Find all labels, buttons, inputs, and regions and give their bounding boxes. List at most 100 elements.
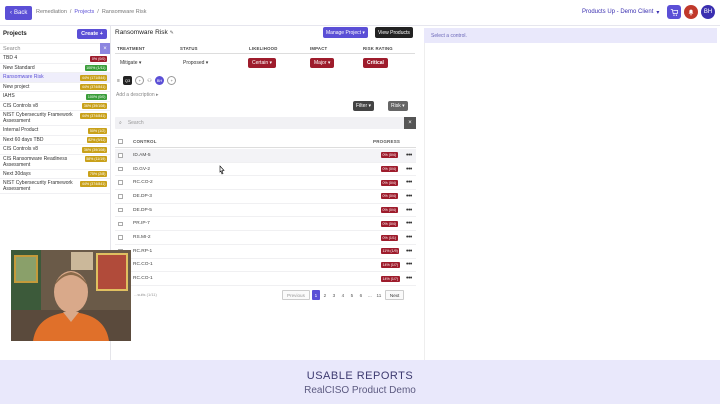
page-number[interactable]: 4	[339, 290, 347, 300]
view-products-button[interactable]: View Products	[375, 27, 413, 38]
table-row[interactable]: ID.AM-5 0% (0/4) •••	[115, 149, 416, 163]
sidebar-project-item[interactable]: Next 30days 75% (2/8)	[0, 170, 110, 179]
table-row[interactable]: DE.DP-5 0% (0/4) •••	[115, 204, 416, 218]
sidebar-project-item[interactable]: TBD 4 0% (0/0)	[0, 54, 110, 64]
sidebar-project-item[interactable]: NIST Cybersecurity Framework Assessment 4…	[0, 111, 110, 126]
clear-search-icon[interactable]: ×	[404, 117, 416, 129]
row-checkbox[interactable]	[118, 207, 123, 213]
control-detail-panel: Select a control.	[424, 28, 717, 43]
status-select[interactable]: Proposed ▾	[183, 60, 208, 66]
page-number[interactable]: 11	[375, 290, 383, 300]
more-options-icon[interactable]: •••	[406, 179, 412, 186]
tag-chip[interactable]: Q3	[122, 76, 133, 85]
sidebar-project-item[interactable]: CIS Ransomware Readiness Assessment 58% (…	[0, 155, 110, 170]
progress-badge: 82% (9/11)	[86, 137, 107, 143]
row-checkbox[interactable]	[118, 153, 123, 158]
project-name: NIST Cybersecurity Framework Assessment	[3, 112, 73, 124]
sidebar-project-item[interactable]: CIS Controls v8 36% (39/108)	[0, 102, 110, 111]
sidebar-project-item[interactable]: IAHS 100% (0/0)	[0, 92, 110, 102]
page-number[interactable]: 6	[357, 290, 365, 300]
filter-button[interactable]: Filter ▾	[353, 101, 375, 111]
avatar[interactable]: BH	[701, 5, 715, 19]
row-checkbox[interactable]	[118, 180, 123, 185]
select-all-checkbox[interactable]	[118, 139, 123, 145]
row-checkbox[interactable]	[118, 235, 123, 240]
breadcrumb-remediation[interactable]: Remediation	[36, 9, 67, 15]
breadcrumb-projects[interactable]: Projects	[74, 9, 94, 15]
table-row[interactable]: RS.MI-2 0% (1/1) •••	[115, 231, 416, 245]
close-icon[interactable]: ×	[100, 43, 110, 54]
page-number[interactable]: 2	[321, 290, 329, 300]
previous-page-button[interactable]: Previous	[282, 290, 310, 300]
sidebar-project-item[interactable]: Next 60 days TBD 82% (9/11)	[0, 136, 110, 145]
table-row[interactable]: RC.CO-1 14% (1/7) •••	[115, 272, 416, 286]
progress-badge: 100% (0/0)	[86, 93, 107, 100]
page-number[interactable]: 1	[311, 290, 320, 300]
bell-icon[interactable]	[684, 5, 698, 19]
chevron-left-icon: ‹	[10, 10, 12, 16]
treatment-select[interactable]: Mitigate ▾	[120, 60, 141, 66]
page-number[interactable]: 3	[330, 290, 338, 300]
more-options-icon[interactable]: •••	[406, 275, 412, 282]
more-options-icon[interactable]: •••	[406, 234, 412, 241]
banner-title: USABLE REPORTS	[306, 370, 414, 382]
table-row[interactable]: DE.DP-3 0% (0/4) •••	[115, 190, 416, 204]
progress-badge: 0% (0/4)	[381, 220, 398, 227]
table-row[interactable]: RC.CO-2 0% (0/4) •••	[115, 176, 416, 191]
more-options-icon[interactable]: •••	[406, 220, 412, 227]
table-row[interactable]: PR.IP-7 0% (0/4) •••	[115, 218, 416, 232]
more-options-icon[interactable]: •••	[406, 207, 412, 214]
sidebar-search[interactable]: Search ×	[0, 43, 110, 54]
control-search[interactable]: ⌕ Search ×	[115, 117, 416, 129]
breadcrumb-current: Ransomware Risk	[101, 9, 147, 15]
more-options-icon[interactable]: •••	[406, 193, 412, 200]
sidebar-project-item[interactable]: New project 44% (374/841)	[0, 83, 110, 92]
top-bar: ‹ Back Remediation / Projects / Ransomwa…	[0, 0, 720, 26]
project-name: CIS Ransomware Readiness Assessment	[3, 155, 68, 168]
control-id: PR.IP-7	[133, 221, 150, 227]
create-button[interactable]: Create +	[77, 29, 107, 39]
more-options-icon[interactable]: •••	[406, 248, 412, 255]
sidebar-search-input[interactable]: Search	[0, 46, 100, 52]
next-page-button[interactable]: Next	[384, 290, 405, 300]
table-row[interactable]: RC.RP-1 11% (1/9) •••	[115, 245, 416, 259]
more-options-icon[interactable]: •••	[406, 166, 412, 173]
caret-down-icon: ▾	[362, 29, 365, 36]
more-options-icon[interactable]: •••	[406, 261, 412, 268]
row-checkbox[interactable]	[118, 221, 123, 227]
add-description-link[interactable]: Add a description ▸	[116, 92, 159, 98]
sidebar-project-item[interactable]: Internal Product 50% (1/2)	[0, 126, 110, 136]
more-options-icon[interactable]: •••	[406, 152, 412, 159]
back-button[interactable]: ‹ Back	[5, 6, 33, 20]
page-number[interactable]: 5	[348, 290, 356, 300]
sidebar-project-item[interactable]: CIS Controls v8 36% (39/108)	[0, 145, 110, 155]
row-checkbox[interactable]	[118, 194, 123, 199]
project-name: Next 30days	[3, 170, 31, 177]
likelihood-select[interactable]: Certain ▾	[248, 58, 277, 68]
risk-filter-button[interactable]: Risk ▾	[388, 101, 408, 111]
table-row[interactable]: RC.CO-1 14% (1/7) •••	[115, 259, 416, 273]
pencil-icon[interactable]: ✎	[170, 30, 174, 36]
sidebar-project-item[interactable]: New Standard 100% (1/11)	[0, 64, 110, 73]
add-assignee-button[interactable]: +	[167, 76, 177, 85]
add-tag-button[interactable]: +	[135, 76, 145, 85]
row-checkbox[interactable]	[118, 166, 123, 172]
client-selector[interactable]: Products Up - Demo Client ▾	[582, 9, 659, 16]
table-row[interactable]: ID.GV-2 0% (0/4) •••	[115, 163, 416, 177]
progress-badge: 44% (374/841)	[80, 84, 107, 90]
sidebar-project-item[interactable]: NIST Cybersecurity Framework Assessment 4…	[0, 179, 110, 194]
control-column-header[interactable]: CONTROL	[133, 139, 157, 144]
page-number: ...	[367, 292, 372, 298]
search-icon: ⌕	[119, 120, 122, 126]
progress-badge: 14% (1/7)	[381, 275, 400, 282]
control-id: RC.RP-1	[133, 248, 153, 254]
cart-icon[interactable]	[667, 5, 681, 19]
manage-project-button[interactable]: Manage Project ▾	[323, 27, 368, 38]
assignee-avatar[interactable]: BH	[154, 76, 165, 85]
sidebar-project-item[interactable]: Ransomware Risk 44% (171/844)	[0, 73, 110, 83]
control-id: DE.DP-3	[133, 193, 152, 199]
impact-select[interactable]: Major ▾	[310, 58, 335, 68]
presenter-video	[11, 250, 131, 341]
control-search-input[interactable]: Search	[122, 120, 404, 126]
progress-column-header[interactable]: PROGRESS	[373, 139, 400, 144]
